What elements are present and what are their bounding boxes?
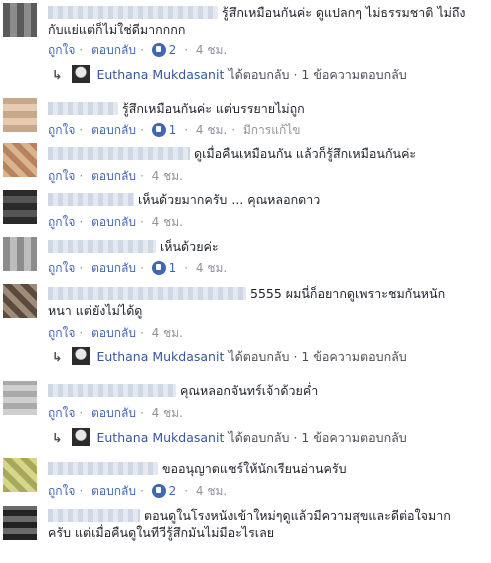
- like-button[interactable]: ถูกใจ: [48, 324, 75, 343]
- like-button[interactable]: ถูกใจ: [48, 259, 75, 278]
- comment-actions: ถูกใจ · ตอบกลับ · 2 · 4 ชม.: [48, 41, 227, 60]
- timestamp[interactable]: 4 ชม.: [196, 41, 227, 60]
- avatar: [72, 347, 91, 365]
- avatar[interactable]: [3, 506, 37, 540]
- comment-body: เห็นด้วยค่ะ: [48, 238, 485, 255]
- comment-body: ดูเมื่อคืนเหมือนกัน แล้วก็รู้สึกเหมือนกั…: [48, 145, 485, 162]
- comment-body: ตอนดูในโรงหนังเข้าใหม่ๆดูแล้วมีความสุขแล…: [48, 507, 485, 541]
- reply-summary[interactable]: ↳ Euthana Mukdasanit ได้ตอบกลับ · 1 ข้อควา…: [52, 65, 407, 85]
- comment-body: 5555 ผมนี่ก็อยากดูเพราะชมกันหนัก หนา แต่…: [48, 285, 485, 319]
- commenter-name[interactable]: [48, 102, 118, 115]
- reply-button[interactable]: ตอบกลับ: [91, 324, 136, 343]
- like-count[interactable]: 2: [169, 43, 177, 57]
- reply-arrow-icon: ↳: [52, 349, 63, 364]
- timestamp[interactable]: 4 ชม.: [152, 404, 183, 423]
- comment-actions: ถูกใจ · ตอบกลับ · 1 · 4 ชม.: [48, 259, 227, 278]
- comment-text: ครับ แต่เมื่อคืนดูในทีวีรู้สึกมันไม่มีอะ…: [48, 525, 275, 540]
- reply-summary[interactable]: ↳ Euthana Mukdasanit ได้ตอบกลับ · 1 ข้อควา…: [52, 347, 407, 367]
- avatar[interactable]: [3, 143, 37, 177]
- comment-actions: ถูกใจ · ตอบกลับ · 4 ชม.: [48, 167, 183, 186]
- like-count[interactable]: 2: [169, 484, 177, 498]
- avatar: [72, 428, 91, 446]
- reply-button[interactable]: ตอบกลับ: [91, 259, 136, 278]
- commenter-name[interactable]: [48, 509, 140, 522]
- comment-text: ตอนดูในโรงหนังเข้าใหม่ๆดูแล้วมีความสุขแล…: [144, 508, 451, 523]
- comment-text: ดูเมื่อคืนเหมือนกัน แล้วก็รู้สึกเหมือนกั…: [194, 146, 417, 161]
- commenter-name[interactable]: [48, 240, 156, 253]
- comment-text: รู้สึกเหมือนกันค่ะ ดูแปลกๆ ไม่ธรรมชาติ ไ…: [222, 5, 466, 20]
- reply-button[interactable]: ตอบกลับ: [91, 167, 136, 186]
- like-button[interactable]: ถูกใจ: [48, 404, 75, 423]
- like-count-icon: [151, 261, 166, 275]
- comment-body: รู้สึกเหมือนกันค่ะ ดูแปลกๆ ไม่ธรรมชาติ ไ…: [48, 4, 485, 38]
- comment-text: คุณหลอกจันทร์เจ้าด้วยค่ำ: [180, 383, 319, 398]
- avatar[interactable]: [3, 190, 37, 224]
- reply-button[interactable]: ตอบกลับ: [91, 121, 136, 140]
- reply-button[interactable]: ตอบกลับ: [91, 213, 136, 232]
- reply-arrow-icon: ↳: [52, 430, 63, 445]
- reply-author[interactable]: Euthana Mukdasanit: [96, 430, 224, 445]
- timestamp[interactable]: 4 ชม.: [152, 213, 183, 232]
- avatar[interactable]: [3, 237, 37, 271]
- commenter-name[interactable]: [48, 147, 190, 160]
- timestamp[interactable]: 4 ชม.: [196, 259, 227, 278]
- comment-body: เห็นด้วยมากครับ ... คุณหลอกดาว: [48, 191, 485, 208]
- avatar: [72, 65, 91, 83]
- commenter-name[interactable]: [48, 462, 158, 475]
- like-button[interactable]: ถูกใจ: [48, 213, 75, 232]
- commenter-name[interactable]: [48, 6, 218, 19]
- commenter-name[interactable]: [48, 384, 176, 397]
- comment-text: รู้สึกเหมือนกันค่ะ แต่บรรยายไม่ถูก: [122, 101, 305, 116]
- like-button[interactable]: ถูกใจ: [48, 167, 75, 186]
- comment-text: กับแย่แต่ก็ไม่ใช่ดีมากกกก: [48, 22, 186, 37]
- comment-body: คุณหลอกจันทร์เจ้าด้วยค่ำ: [48, 382, 485, 399]
- comment-actions: ถูกใจ · ตอบกลับ · 2 · 4 ชม.: [48, 482, 227, 501]
- like-count[interactable]: 1: [169, 261, 177, 275]
- commenter-name[interactable]: [48, 287, 246, 300]
- commenter-name[interactable]: [48, 193, 134, 206]
- comment-text: เห็นด้วยมากครับ ... คุณหลอกดาว: [138, 192, 321, 207]
- reply-author[interactable]: Euthana Mukdasanit: [96, 67, 224, 82]
- comment-actions: ถูกใจ · ตอบกลับ · 4 ชม.: [48, 213, 183, 232]
- reply-button[interactable]: ตอบกลับ: [91, 41, 136, 60]
- comment-actions: ถูกใจ · ตอบกลับ · 4 ชม.: [48, 324, 183, 343]
- like-button[interactable]: ถูกใจ: [48, 41, 75, 60]
- reply-button[interactable]: ตอบกลับ: [91, 404, 136, 423]
- reply-arrow-icon: ↳: [52, 67, 63, 82]
- timestamp[interactable]: 4 ชม.: [196, 482, 227, 501]
- timestamp[interactable]: 4 ชม.: [152, 324, 183, 343]
- comment-body: ขออนุญาตแชร์ให้นักเรียนอ่านครับ: [48, 460, 485, 477]
- avatar[interactable]: [3, 284, 37, 318]
- like-button[interactable]: ถูกใจ: [48, 121, 75, 140]
- like-button[interactable]: ถูกใจ: [48, 482, 75, 501]
- avatar[interactable]: [3, 381, 37, 415]
- reply-summary[interactable]: ↳ Euthana Mukdasanit ได้ตอบกลับ · 1 ข้อควา…: [52, 428, 407, 448]
- avatar[interactable]: [3, 3, 37, 37]
- comment-text: 5555 ผมนี่ก็อยากดูเพราะชมกันหนัก: [250, 286, 446, 301]
- comment-text: เห็นด้วยค่ะ: [160, 239, 219, 254]
- timestamp[interactable]: 4 ชม.: [196, 121, 227, 140]
- like-count-icon: [151, 123, 166, 137]
- like-count-icon: [151, 43, 166, 57]
- comment-body: รู้สึกเหมือนกันค่ะ แต่บรรยายไม่ถูก: [48, 100, 485, 117]
- reply-author[interactable]: Euthana Mukdasanit: [96, 349, 224, 364]
- comment-text: ขออนุญาตแชร์ให้นักเรียนอ่านครับ: [162, 461, 347, 476]
- comment-actions: ถูกใจ · ตอบกลับ · 1 · 4 ชม. · มีการแก้ไข: [48, 121, 300, 140]
- timestamp[interactable]: 4 ชม.: [152, 167, 183, 186]
- avatar[interactable]: [3, 98, 37, 132]
- comment-text: หนา แต่ยังไม่ได้ดู: [48, 303, 143, 318]
- like-count[interactable]: 1: [169, 123, 177, 137]
- edited-label[interactable]: มีการแก้ไข: [243, 121, 301, 140]
- comment-actions: ถูกใจ · ตอบกลับ · 4 ชม.: [48, 404, 183, 423]
- like-count-icon: [151, 484, 166, 498]
- avatar[interactable]: [3, 458, 37, 492]
- reply-button[interactable]: ตอบกลับ: [91, 482, 136, 501]
